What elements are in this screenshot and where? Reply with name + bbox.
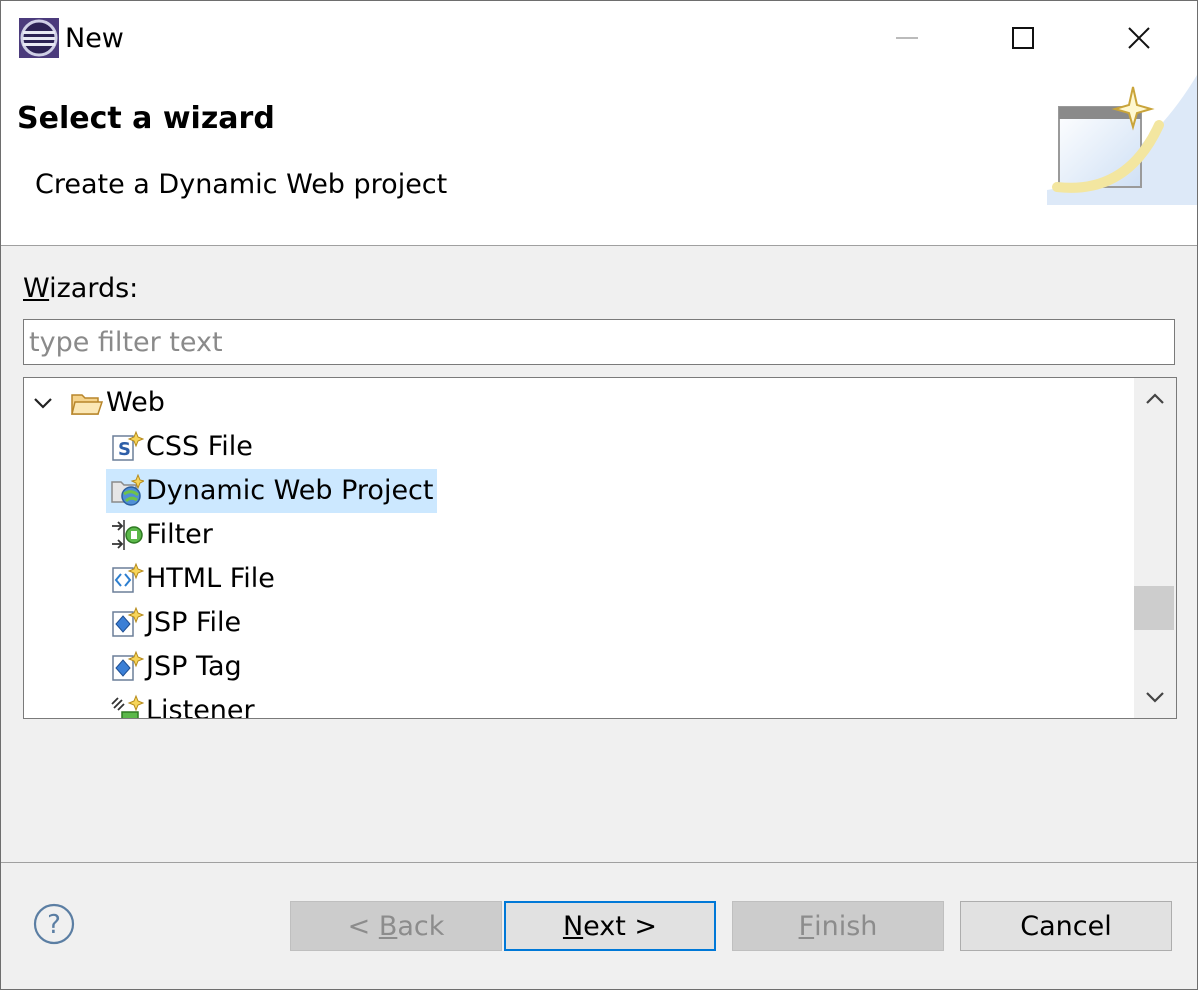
chevron-up-icon (1146, 393, 1164, 404)
finish-button-label: inish (814, 910, 878, 942)
tree-item-css-file[interactable]: S CSS File (110, 425, 257, 469)
tree-item-label: CSS File (146, 431, 253, 462)
tree-item-label: Filter (146, 519, 213, 550)
tree-scrollbar[interactable] (1134, 378, 1176, 718)
page-description: Create a Dynamic Web project (35, 169, 448, 200)
footer-separator (1, 862, 1197, 863)
cancel-button[interactable]: Cancel (960, 901, 1172, 951)
wizards-label-text: izards: (49, 273, 139, 304)
listener-icon (111, 694, 144, 718)
tree-item-label: JSP Tag (146, 651, 242, 682)
wizard-tree[interactable]: Web S CSS File Dynamic Web Project Filte… (23, 377, 1177, 719)
jsp-file-icon (112, 606, 144, 637)
open-folder-icon (71, 394, 104, 415)
back-button-prefix: < (347, 910, 379, 942)
wizard-header: Select a wizard Create a Dynamic Web pro… (1, 75, 1197, 246)
help-icon[interactable]: ? (33, 903, 75, 945)
filter-input[interactable] (23, 319, 1175, 365)
cancel-button-label: Cancel (1020, 910, 1112, 942)
minimize-icon (896, 37, 918, 39)
tree-group-web[interactable]: Web (30, 381, 169, 425)
svg-text:S: S (118, 439, 131, 460)
tree-item-label: Listener (146, 695, 255, 719)
next-button-mnemonic: N (562, 910, 584, 942)
css-file-icon: S (112, 430, 144, 461)
minimize-button[interactable] (849, 1, 965, 75)
tree-group-label: Web (106, 387, 165, 418)
wizards-label-mnemonic: W (23, 273, 50, 304)
tree-item-jsp-file[interactable]: JSP File (110, 601, 245, 645)
wizards-label: Wizards: (23, 271, 138, 307)
finish-button[interactable]: Finish (732, 901, 944, 951)
html-file-icon (112, 562, 144, 593)
title-bar[interactable]: New (1, 1, 1197, 75)
tree-item-jsp-tag[interactable]: JSP Tag (110, 645, 246, 689)
back-button-mnemonic: B (378, 910, 398, 942)
tree-item-label: HTML File (146, 563, 275, 594)
tree-item-label: Dynamic Web Project (146, 475, 434, 506)
new-wizard-dialog: New Select a wizard Create a Dynamic Web… (0, 0, 1198, 990)
scroll-up-button[interactable] (1134, 378, 1176, 420)
eclipse-icon (19, 18, 59, 58)
close-icon (1128, 27, 1150, 49)
maximize-button[interactable] (965, 1, 1081, 75)
page-title: Select a wizard (17, 101, 275, 136)
next-button-label: ext > (583, 910, 658, 942)
jsp-tag-icon (112, 650, 144, 681)
svg-text:?: ? (47, 910, 61, 940)
dynamic-web-project-icon (111, 474, 144, 506)
tree-item-label: JSP File (146, 607, 242, 638)
tree-item-filter[interactable]: Filter (110, 513, 217, 557)
back-button-label: ack (397, 910, 445, 942)
close-button[interactable] (1081, 1, 1197, 75)
maximize-icon (1012, 27, 1034, 49)
window-title: New (65, 23, 124, 54)
wizard-banner-icon (1047, 75, 1197, 205)
filter-icon (112, 520, 143, 550)
tree-item-listener[interactable]: Listener (110, 689, 259, 719)
scroll-thumb[interactable] (1134, 586, 1174, 630)
tree-item-html-file[interactable]: HTML File (110, 557, 279, 601)
back-button[interactable]: < Back (290, 901, 502, 951)
next-button[interactable]: Next > (504, 901, 716, 951)
chevron-down-icon[interactable] (30, 390, 56, 416)
finish-button-mnemonic: F (798, 910, 815, 942)
chevron-down-icon (1146, 692, 1164, 703)
scroll-down-button[interactable] (1134, 676, 1176, 718)
tree-item-dynamic-web-project[interactable]: Dynamic Web Project (106, 469, 438, 513)
